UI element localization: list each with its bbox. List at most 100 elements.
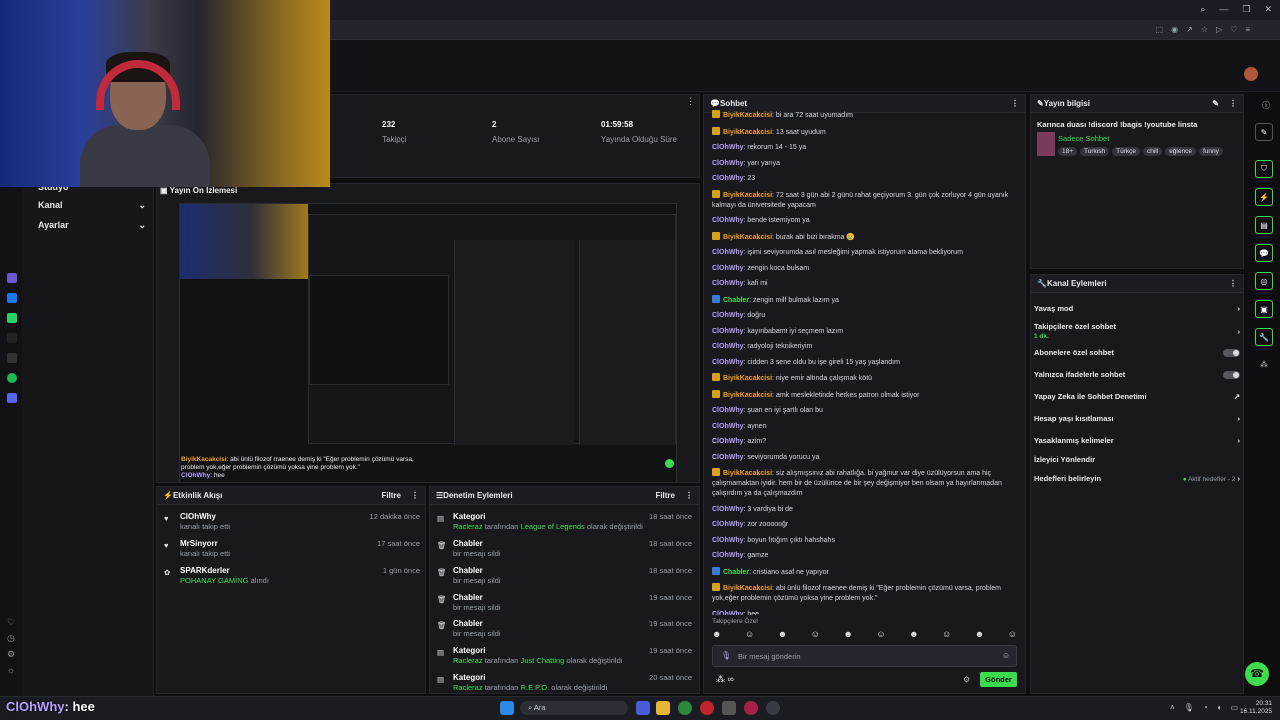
chat-icon[interactable]: 💬 (1255, 244, 1273, 262)
discord-icon[interactable] (7, 393, 17, 403)
chat-message[interactable]: ClOhWhy: işimi seviyorumda asıl mesleğim… (712, 248, 1022, 258)
chat-message[interactable]: ClOhWhy: zengin koca bulsam (712, 264, 1022, 274)
emote-icon[interactable]: ☻ (843, 629, 852, 641)
play-icon[interactable]: ▷ (1216, 25, 1222, 34)
chat-username[interactable]: ClOhWhy (712, 328, 744, 335)
chat-username[interactable]: ClOhWhy (712, 249, 744, 256)
banned-words-row[interactable]: Yasaklanmış kelimeler › (1034, 436, 1240, 445)
sidebar-item-ayarlar[interactable]: Ayarlar ⌄ (38, 220, 146, 231)
chat-message[interactable]: ClOhWhy: yarı yarıya (712, 159, 1022, 169)
whatsapp-icon[interactable] (7, 313, 17, 323)
app-icon[interactable] (636, 701, 650, 715)
list-item[interactable]: 🗑 Chabler bir mesajı sildi 19 saat önce (437, 619, 692, 639)
category-icon[interactable]: ▣ (1255, 300, 1273, 318)
chat-message[interactable]: ClOhWhy: radyoloji teknikeriyim (712, 342, 1022, 352)
goals-row[interactable]: Hedefleri belirleyin ● Aktif hedefler - 2… (1034, 474, 1240, 483)
send-button[interactable]: Gönder (980, 672, 1017, 687)
emote-icon[interactable]: ☺ (876, 629, 885, 641)
tag[interactable]: 18+ (1058, 147, 1078, 156)
sidebar-item-kanal[interactable]: Kanal ⌄ (38, 200, 146, 211)
more-icon[interactable]: ⋮ (1229, 279, 1237, 288)
tiktok-icon[interactable] (7, 333, 17, 343)
chat-message[interactable]: ClOhWhy: hee (712, 610, 1022, 616)
chat-message[interactable]: ClOhWhy: 3 vardiya bi de (712, 505, 1022, 515)
raid-row[interactable]: İzleyici Yönlendir (1034, 455, 1240, 464)
gear-icon[interactable]: ⚙ (7, 646, 15, 662)
channel-points[interactable]: ⁂ ∞ (716, 674, 734, 685)
emote-icon[interactable]: ☻ (909, 629, 918, 641)
chat-message[interactable]: BiyikKacakcisi: siz alışmışsınız abi rah… (712, 468, 1022, 499)
list-item[interactable]: 🗑 Chabler bir mesajı sildi 19 saat önce (437, 593, 692, 613)
volume-icon[interactable]: ◖ (1217, 703, 1222, 712)
folder-icon[interactable] (656, 701, 670, 715)
tag[interactable]: Turkish (1080, 147, 1110, 156)
battery-icon[interactable]: ▭ (1231, 703, 1239, 712)
emote-icon[interactable]: ☺ (942, 629, 951, 641)
emote-chat-toggle[interactable] (1223, 370, 1240, 379)
list-item[interactable]: ✿ SPARKderler POHANAY GAMİNG alındı 1 gün ö… (164, 566, 420, 586)
chat-username[interactable]: ClOhWhy (712, 265, 744, 272)
tag[interactable]: chill (1142, 147, 1163, 156)
subs-chat-toggle[interactable] (1223, 348, 1240, 357)
filter-button[interactable]: Filtre (655, 491, 675, 500)
chat-username[interactable]: ClOhWhy (712, 359, 744, 366)
chat-username[interactable]: BiyikKacakcisi (723, 392, 772, 399)
chat-message[interactable]: BiyikKacakcisi: niye emir altında çalışm… (712, 373, 1022, 384)
taskbar-search[interactable]: ⌕ Ara (520, 701, 628, 715)
list-item[interactable]: ▤ Kategori Racleraz tarafından League of L… (437, 512, 692, 532)
minimize-icon[interactable]: — (1219, 4, 1228, 15)
chat-username[interactable]: BiyikKacakcisi (723, 192, 772, 199)
emote-icon[interactable]: ☺ (745, 629, 754, 641)
points-icon[interactable]: ⁂ (1260, 360, 1268, 369)
chat-username[interactable]: BiyikKacakcisi (723, 375, 772, 382)
shield-icon[interactable]: ⛉ (1255, 160, 1273, 178)
chat-username[interactable]: BiyikKacakcisi (723, 129, 772, 136)
chat-username[interactable]: ClOhWhy (712, 537, 744, 544)
more-icon[interactable]: ⋮ (686, 96, 695, 107)
opera-icon[interactable] (700, 701, 714, 715)
menu-icon[interactable]: ≡ (1245, 25, 1250, 34)
chat-username[interactable]: ClOhWhy (712, 454, 744, 461)
broadcast-icon[interactable]: ◎ (1255, 272, 1273, 290)
windows-start-icon[interactable] (500, 701, 514, 715)
bulb-icon[interactable]: ☼ (7, 662, 15, 678)
chat-message[interactable]: ClOhWhy: zor zoooooğr (712, 520, 1022, 530)
chat-message[interactable]: BiyikKacakcisi: bi ara 72 saat uyumadım (712, 110, 1022, 121)
chat-username[interactable]: BiyikKacakcisi (723, 470, 772, 477)
followers-chat-row[interactable]: Takipçilere özel sohbet 1 dk. › (1034, 322, 1240, 340)
chat-message[interactable]: ClOhWhy: rekorum 14 - 15 ya (712, 143, 1022, 153)
maximize-icon[interactable]: ❐ (1242, 4, 1250, 15)
filter-button[interactable]: Filtre (381, 491, 401, 500)
messenger-icon[interactable] (7, 293, 17, 303)
chat-message[interactable]: ClOhWhy: azim? (712, 437, 1022, 447)
pencil-icon[interactable]: ✎ (1255, 123, 1273, 141)
chat-message[interactable]: ClOhWhy: kayınbabamı iyi seçmem lazım (712, 327, 1022, 337)
list-item[interactable]: 🗑 Chabler bir mesajı sildi 18 saat önce (437, 539, 692, 559)
chat-username[interactable]: ClOhWhy (712, 552, 744, 559)
emote-icon[interactable]: ☻ (712, 629, 721, 641)
heart-icon[interactable]: ♡ (1230, 25, 1237, 34)
chat-message[interactable]: BiyikKacakcisi: amk meslekletinde herkes… (712, 389, 1022, 401)
chat-message[interactable]: Chabler: zengin milf bulmak lazım ya (712, 294, 1022, 306)
chat-message[interactable]: ClOhWhy: bende istemiyom ya (712, 216, 1022, 226)
chat-username[interactable]: ClOhWhy (712, 423, 744, 430)
chat-username[interactable]: ClOhWhy (712, 611, 744, 616)
category-name[interactable]: Sadece Sohbet (1058, 134, 1109, 143)
heart-icon[interactable]: ♡ (7, 614, 15, 630)
share-icon[interactable]: ↗ (1186, 25, 1193, 34)
chat-message[interactable]: BiyikKacakcisi: burak abi bizi bırakma 😢 (712, 231, 1022, 243)
info-icon[interactable]: ⓘ (1262, 100, 1270, 111)
wrench-icon[interactable]: 🔧 (1255, 328, 1273, 346)
chat-username[interactable]: ClOhWhy (712, 506, 744, 513)
settings-icon[interactable]: ⚙ (963, 675, 970, 684)
emote-icon[interactable]: ☻ (778, 629, 787, 641)
chat-username[interactable]: ClOhWhy (712, 407, 744, 414)
emote-icon[interactable]: ☻ (975, 629, 984, 641)
support-chat-button[interactable]: ☎ (1245, 662, 1269, 686)
tag[interactable]: Türkçe (1112, 147, 1140, 156)
app-icon[interactable] (766, 701, 780, 715)
settings-icon[interactable] (722, 701, 736, 715)
app-icon[interactable] (7, 273, 17, 283)
list-item[interactable]: ▤ Kategori Racleraz tarafından Just Chatti… (437, 646, 692, 666)
close-icon[interactable]: ✕ (1264, 4, 1272, 15)
